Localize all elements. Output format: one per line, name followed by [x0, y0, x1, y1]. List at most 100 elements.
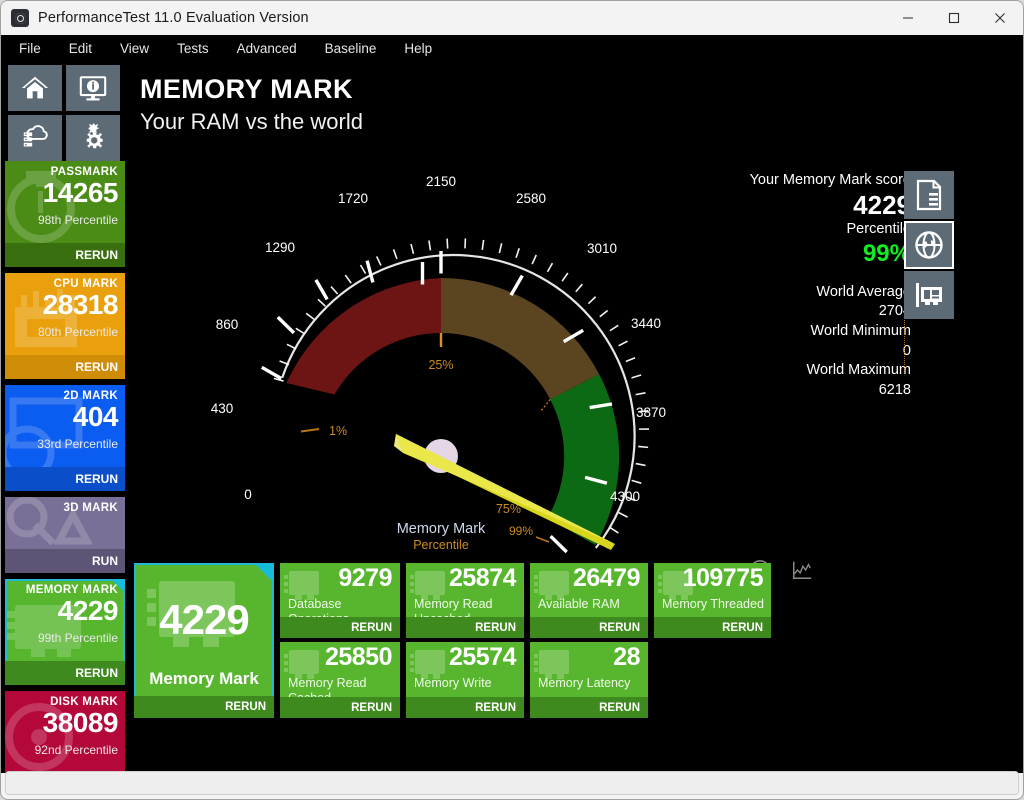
result-tile-memory-mark[interactable]: 4229 Memory Mark RERUN	[134, 563, 274, 718]
gauge-marker-1pct: 1%	[329, 424, 347, 438]
sidebar-item-3d-mark[interactable]: 3D MARK RUN	[5, 497, 125, 573]
result-memory-read-uncached-rerun[interactable]: RERUN	[406, 617, 524, 638]
world-average-label: World Average	[816, 283, 911, 300]
sidebar-3d-name: 3D MARK	[63, 502, 118, 514]
sidebar-item-memory-mark[interactable]: MEMORY MARK 4229 99th Percentile RERUN	[5, 579, 125, 685]
result-memory-threaded-rerun[interactable]: RERUN	[654, 617, 771, 638]
result-memory-read-cached-rerun[interactable]: RERUN	[280, 697, 400, 718]
result-tile-memory-read-cached[interactable]: 25850 Memory Read Cached RERUN	[280, 642, 400, 718]
page-title: MEMORY MARK	[140, 74, 353, 104]
sidebar-passmark-rerun[interactable]: RERUN	[5, 243, 125, 267]
result-tile-memory-read-uncached[interactable]: 25874 Memory Read Uncached RERUN	[406, 563, 524, 638]
result-memory-threaded-label: Memory Threaded	[662, 597, 764, 611]
sidebar-disk-score: 38089	[42, 707, 119, 738]
gauge-tick-430: 430	[211, 401, 234, 416]
app-icon	[11, 9, 29, 27]
menu-bar: File Edit View Tests Advanced Baseline H…	[1, 35, 1023, 61]
sidebar-item-2d-mark[interactable]: 2D MARK 404 33rd Percentile RERUN	[5, 385, 125, 491]
preferences-button[interactable]	[66, 115, 120, 161]
gauge-tick-4300: 4300	[610, 489, 640, 504]
gauge-tick-3440: 3440	[631, 316, 661, 331]
world-average-value: 2704	[878, 303, 911, 320]
gauge-tick-2150: 2150	[426, 174, 456, 189]
window-controls	[885, 1, 1023, 35]
result-memory-mark-rerun[interactable]: RERUN	[134, 696, 274, 718]
graph-view-icon	[793, 561, 812, 579]
result-tile-database-operations[interactable]: 9279 Database Operations RERUN	[280, 563, 400, 638]
result-memory-read-uncached-value: 25874	[448, 564, 517, 592]
sidebar-2d-rerun[interactable]: RERUN	[5, 467, 125, 491]
close-button[interactable]	[977, 1, 1023, 35]
sidebar-cpu-score: 28318	[42, 289, 119, 320]
result-tile-memory-latency[interactable]: 28 Memory Latency RERUN	[530, 642, 648, 718]
sidebar-memory-score: 4229	[57, 595, 119, 626]
menu-item-help[interactable]: Help	[390, 38, 446, 59]
minimize-button[interactable]	[885, 1, 931, 35]
sidebar-cpu-rerun[interactable]: RERUN	[5, 355, 125, 379]
monitor-info-icon	[79, 76, 107, 101]
result-available-ram-value: 26479	[572, 564, 641, 592]
world-maximum-label: World Maximum	[806, 362, 911, 379]
world-baseline-button[interactable]	[904, 221, 954, 269]
benchmark-sidebar: PASSMARK 14265 98th Percentile RERUN CPU…	[5, 161, 129, 773]
gauge-marker-99pct: 99%	[509, 524, 533, 538]
gauge-marker-25pct: 25%	[428, 358, 453, 372]
menu-item-file[interactable]: File	[5, 38, 55, 59]
menu-item-edit[interactable]: Edit	[55, 38, 106, 59]
percentile-label: Percentile	[846, 221, 911, 238]
sidebar-memory-percentile: 99th Percentile	[37, 631, 118, 645]
gauge-tick-1720: 1720	[338, 191, 368, 206]
sidebar-item-disk-mark[interactable]: DISK MARK 38089 92nd Percentile RERUN	[5, 691, 125, 773]
baseline-cloud-button[interactable]	[8, 115, 62, 161]
result-memory-latency-value: 28	[613, 643, 640, 671]
percentile-value: 99%	[862, 240, 911, 268]
main-canvas: MEMORY MARK Your RAM vs the world PASSMA…	[1, 61, 1023, 773]
sidebar-passmark-percentile: 98th Percentile	[37, 213, 118, 227]
system-information-button[interactable]	[66, 65, 120, 111]
save-report-button[interactable]	[904, 171, 954, 219]
memory-mark-gauge: 0 430 860 1290 1720 2150 2580 3010 3440 …	[191, 161, 691, 581]
maximize-button[interactable]	[931, 1, 977, 35]
gauge-caption-sub: Percentile	[413, 538, 469, 552]
gauge-tick-1290: 1290	[265, 240, 295, 255]
result-memory-latency-rerun[interactable]: RERUN	[530, 697, 648, 718]
world-minimum-label: World Minimum	[810, 322, 911, 339]
result-memory-mark-value: 4229	[159, 596, 249, 643]
sidebar-memory-rerun[interactable]: RERUN	[5, 661, 125, 685]
sidebar-3d-run[interactable]: RUN	[5, 549, 125, 573]
result-memory-write-rerun[interactable]: RERUN	[406, 697, 524, 718]
menu-item-baseline[interactable]: Baseline	[311, 38, 391, 59]
result-database-operations-value: 9279	[338, 564, 392, 592]
graph-view-button[interactable]	[788, 556, 816, 584]
home-button[interactable]	[8, 65, 62, 111]
result-database-operations-rerun[interactable]: RERUN	[280, 617, 400, 638]
result-tile-memory-write[interactable]: 25574 Memory Write RERUN	[406, 642, 524, 718]
status-bar	[5, 771, 1019, 795]
result-tile-available-ram[interactable]: 26479 Available RAM RERUN	[530, 563, 648, 638]
expansion-card-icon	[916, 283, 942, 307]
sidebar-item-cpu-mark[interactable]: CPU MARK 28318 80th Percentile RERUN	[5, 273, 125, 379]
cloud-server-icon	[23, 125, 48, 147]
menu-item-advanced[interactable]: Advanced	[223, 38, 311, 59]
page-subtitle: Your RAM vs the world	[140, 109, 363, 134]
sidebar-2d-percentile: 33rd Percentile	[37, 437, 118, 451]
gauge-tick-2580: 2580	[516, 191, 546, 206]
save-report-icon	[916, 179, 942, 211]
gauge-tick-0: 0	[244, 487, 252, 502]
gauge-tick-860: 860	[216, 317, 239, 332]
result-available-ram-rerun[interactable]: RERUN	[530, 617, 648, 638]
score-value: 4229	[853, 189, 911, 220]
gauge-tick-3010: 3010	[587, 241, 617, 256]
menu-item-tests[interactable]: Tests	[163, 38, 223, 59]
sidebar-disk-percentile: 92nd Percentile	[34, 743, 118, 757]
expansion-card-button[interactable]	[904, 271, 954, 319]
menu-item-view[interactable]: View	[106, 38, 163, 59]
world-maximum-value: 6218	[878, 381, 911, 398]
gauge-bands	[286, 278, 620, 545]
sidebar-passmark-score: 14265	[42, 177, 119, 208]
result-tile-memory-threaded[interactable]: 109775 Memory Threaded RERUN	[654, 563, 771, 638]
gauge-caption-title: Memory Mark	[397, 521, 486, 537]
gauge-svg: 0 430 860 1290 1720 2150 2580 3010 3440 …	[211, 174, 666, 555]
sidebar-item-passmark[interactable]: PASSMARK 14265 98th Percentile RERUN	[5, 161, 125, 267]
result-available-ram-label: Available RAM	[538, 597, 620, 611]
